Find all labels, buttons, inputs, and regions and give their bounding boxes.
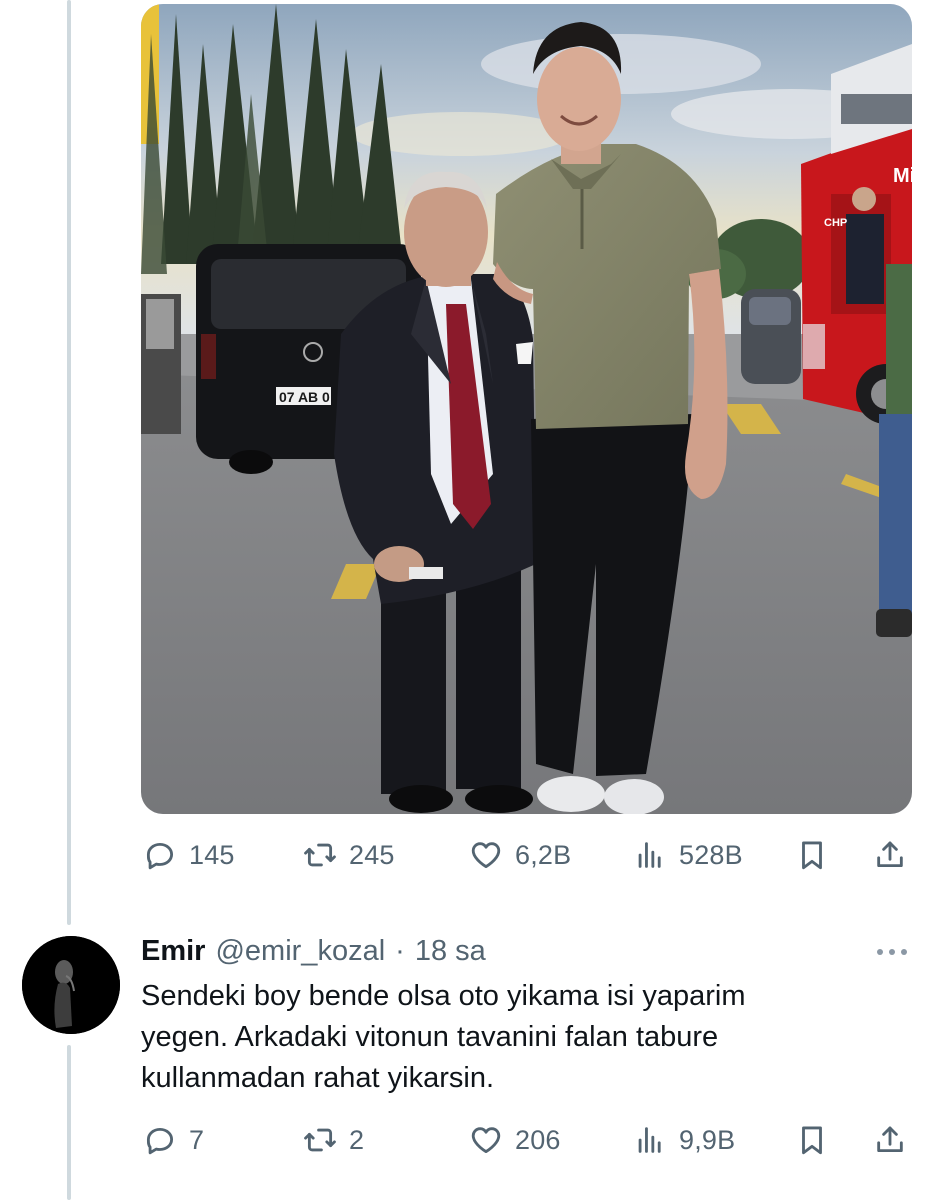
bus-lettering: Mi [893, 165, 912, 187]
heart-icon [467, 1121, 505, 1159]
share-icon [871, 836, 909, 874]
views-count: 9,9B [679, 1124, 736, 1155]
tweet-photo[interactable]: 07 AB 0 Mi CHP [141, 4, 912, 814]
like-button[interactable]: 6,2B [467, 832, 571, 878]
reply-action-bar: 7 2 206 9,9B [141, 1117, 912, 1163]
bookmark-button[interactable] [793, 832, 831, 878]
user-handle[interactable]: @emir_kozal [215, 935, 385, 968]
views-count: 528B [679, 839, 743, 870]
reply-count: 145 [189, 839, 235, 870]
like-count: 206 [515, 1124, 561, 1155]
retweet-icon [301, 836, 339, 874]
reply-button[interactable]: 7 [141, 1117, 204, 1163]
retweet-button[interactable]: 2 [301, 1117, 364, 1163]
like-count: 6,2B [515, 839, 572, 870]
views-icon [631, 1121, 669, 1159]
views-button[interactable]: 9,9B [631, 1117, 735, 1163]
bookmark-icon [793, 836, 831, 874]
bookmark-icon [793, 1121, 831, 1159]
reply-timestamp[interactable]: 18 sa [415, 935, 486, 968]
bookmark-button[interactable] [793, 1117, 831, 1163]
share-icon [871, 1121, 909, 1159]
separator-dot: · [395, 934, 405, 967]
retweet-count: 2 [349, 1124, 365, 1155]
reply-text-line: Sendeki boy bende olsa oto yikama isi ya… [141, 980, 746, 1012]
retweet-count: 245 [349, 839, 395, 870]
retweet-icon [301, 1121, 339, 1159]
avatar[interactable] [22, 936, 120, 1034]
license-plate-text: 07 AB 0 [279, 389, 330, 405]
bus-logo-text: CHP [824, 217, 847, 229]
share-button[interactable] [871, 1117, 909, 1163]
display-name[interactable]: Emir [141, 935, 205, 968]
more-icon[interactable] [870, 934, 914, 970]
views-icon [631, 836, 669, 874]
thread-line-lower [67, 1045, 71, 1200]
thread-line-upper [67, 0, 71, 925]
views-button[interactable]: 528B [631, 832, 743, 878]
reply-icon [141, 1121, 179, 1159]
heart-icon [467, 836, 505, 874]
reply-text-line: kullanmadan rahat yikarsin. [141, 1062, 495, 1094]
reply-button[interactable]: 145 [141, 832, 235, 878]
reply-header: Emir @emir_kozal · 18 sa [141, 930, 486, 972]
reply-text: Sendeki boy bende olsa oto yikama isi ya… [141, 976, 881, 1099]
tweet-action-bar: 145 245 6,2B 528B [141, 832, 912, 878]
reply-icon [141, 836, 179, 874]
like-button[interactable]: 206 [467, 1117, 561, 1163]
retweet-button[interactable]: 245 [301, 832, 395, 878]
share-button[interactable] [871, 832, 909, 878]
reply-count: 7 [189, 1124, 205, 1155]
reply-text-line: yegen. Arkadaki vitonun tavanini falan t… [141, 1021, 719, 1053]
